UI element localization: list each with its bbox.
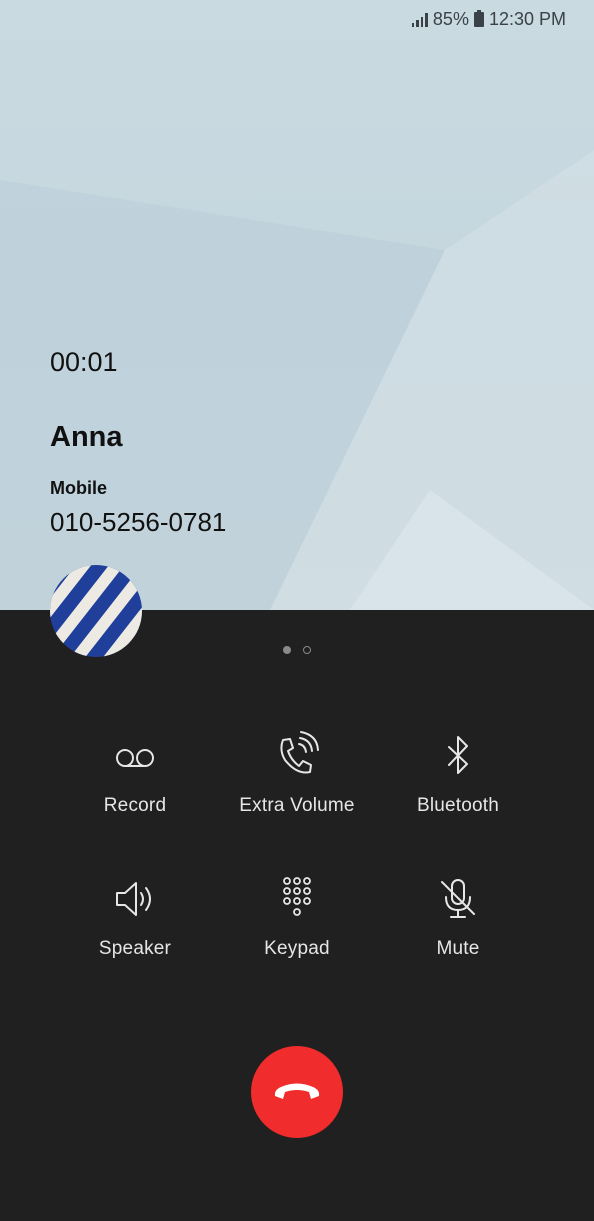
mic-off-icon	[441, 879, 475, 918]
bluetooth-label: Bluetooth	[416, 795, 500, 816]
clock: 12:30 PM	[488, 9, 566, 29]
bluetooth-button[interactable]: Bluetooth	[378, 730, 538, 817]
call-duration: 00:01	[50, 347, 118, 377]
keypad-icon	[283, 877, 311, 916]
contact-name: Anna	[50, 421, 123, 453]
signal-icon	[411, 12, 428, 27]
battery-icon	[473, 10, 484, 27]
voicemail-record-icon	[116, 749, 154, 767]
hang-up-icon	[274, 1083, 320, 1099]
page-dot-1[interactable]	[283, 646, 291, 654]
extra-volume-label: Extra Volume	[239, 795, 355, 816]
battery-percent: 85%	[432, 9, 469, 29]
phone-volume-icon	[280, 731, 319, 774]
avatar	[50, 565, 142, 657]
end-call-button[interactable]	[251, 1046, 343, 1138]
speaker-icon	[116, 882, 151, 916]
status-bar: 85% 12:30 PM	[411, 9, 566, 30]
keypad-label: Keypad	[264, 938, 330, 959]
page-dot-2[interactable]	[303, 646, 311, 654]
record-label: Record	[103, 795, 167, 816]
extra-volume-button[interactable]: Extra Volume	[217, 730, 377, 817]
bluetooth-icon	[448, 736, 468, 774]
number-type-label: Mobile	[50, 478, 107, 498]
phone-number: 010-5256-0781	[50, 507, 227, 537]
mute-label: Mute	[436, 938, 480, 959]
keypad-button[interactable]: Keypad	[217, 873, 377, 960]
speaker-button[interactable]: Speaker	[55, 873, 215, 960]
speaker-label: Speaker	[98, 938, 172, 959]
record-button[interactable]: Record	[55, 730, 215, 817]
mute-button[interactable]: Mute	[378, 873, 538, 960]
call-header: 85% 12:30 PM 00:01 Anna Mobile 010-5256-…	[0, 0, 594, 610]
